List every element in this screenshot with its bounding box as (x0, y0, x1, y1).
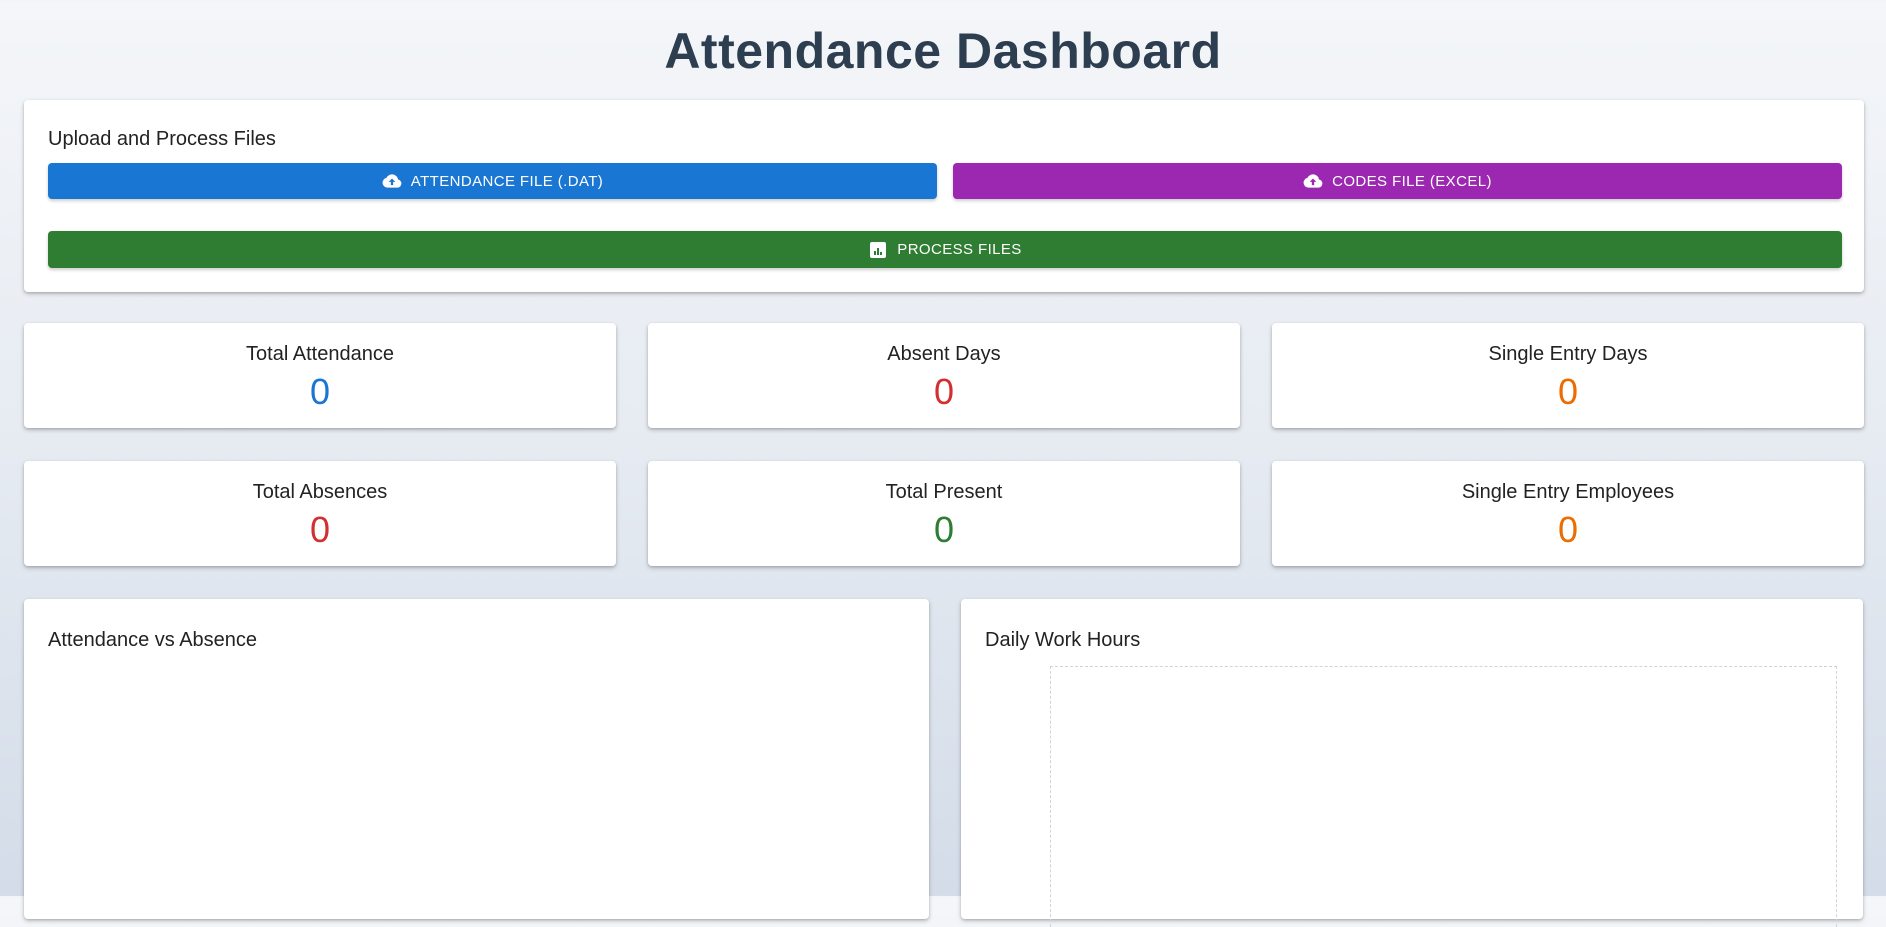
codes-file-button-label: CODES FILE (EXCEL) (1332, 172, 1492, 190)
stat-label: Total Absences (252, 481, 388, 503)
attendance-file-upload-button[interactable]: ATTENDANCE FILE (.DAT) (48, 163, 937, 199)
chart-title: Daily Work Hours (985, 629, 1141, 651)
cloud-upload-icon (1303, 171, 1323, 191)
upload-panel: Upload and Process Files ATTENDANCE FILE… (24, 100, 1864, 292)
chart-plot-area (1050, 666, 1837, 927)
attendance-file-button-label: ATTENDANCE FILE (.DAT) (410, 172, 604, 190)
stat-card-absent-days: Absent Days 0 (648, 323, 1240, 428)
codes-file-upload-button[interactable]: CODES FILE (EXCEL) (953, 163, 1842, 199)
bar-chart-icon (868, 240, 888, 260)
stat-label: Total Attendance (246, 343, 394, 365)
upload-section-title: Upload and Process Files (48, 128, 276, 150)
stat-card-total-absences: Total Absences 0 (24, 461, 616, 566)
stat-value: 0 (1557, 371, 1579, 412)
chart-title: Attendance vs Absence (48, 629, 258, 651)
process-files-button[interactable]: PROCESS FILES (48, 231, 1842, 268)
stat-value: 0 (933, 509, 955, 550)
stat-card-single-entry-days: Single Entry Days 0 (1272, 323, 1864, 428)
stat-label: Absent Days (887, 343, 1001, 365)
daily-work-hours-chart-card: Daily Work Hours (961, 599, 1863, 927)
stat-label: Total Present (885, 481, 1003, 503)
stat-value: 0 (933, 371, 955, 412)
cloud-upload-icon (382, 171, 402, 191)
stat-value: 0 (309, 371, 331, 412)
stat-card-single-entry-employees: Single Entry Employees 0 (1272, 461, 1864, 566)
process-files-button-label: PROCESS FILES (897, 241, 1022, 258)
stat-card-total-present: Total Present 0 (648, 461, 1240, 566)
attendance-vs-absence-chart-card: Attendance vs Absence (24, 599, 929, 919)
stat-value: 0 (1557, 509, 1579, 550)
stat-card-total-attendance: Total Attendance 0 (24, 323, 616, 428)
stat-value: 0 (309, 509, 331, 550)
page-title: Attendance Dashboard (664, 23, 1222, 79)
stat-label: Single Entry Days (1488, 343, 1648, 365)
stat-label: Single Entry Employees (1461, 481, 1675, 503)
